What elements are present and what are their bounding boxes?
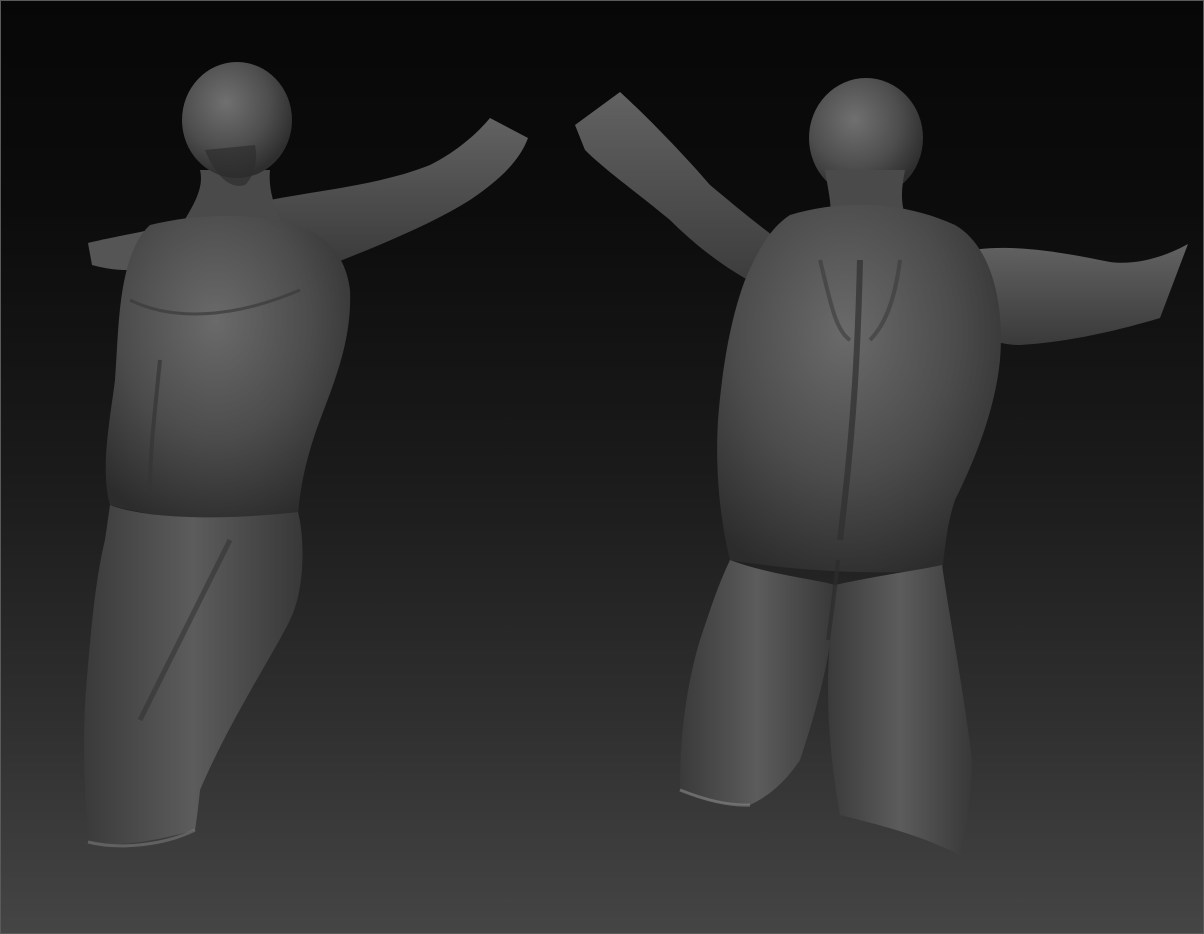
zbrush-canvas[interactable] xyxy=(0,0,1204,934)
back-torso xyxy=(717,204,1001,573)
sculpt-scene xyxy=(84,62,1188,855)
front-leg xyxy=(84,505,303,845)
torso-front-view[interactable] xyxy=(84,62,528,848)
back-left-leg xyxy=(680,560,835,805)
back-right-leg xyxy=(828,565,972,855)
front-torso xyxy=(105,215,351,520)
torso-back-view[interactable] xyxy=(575,78,1188,855)
